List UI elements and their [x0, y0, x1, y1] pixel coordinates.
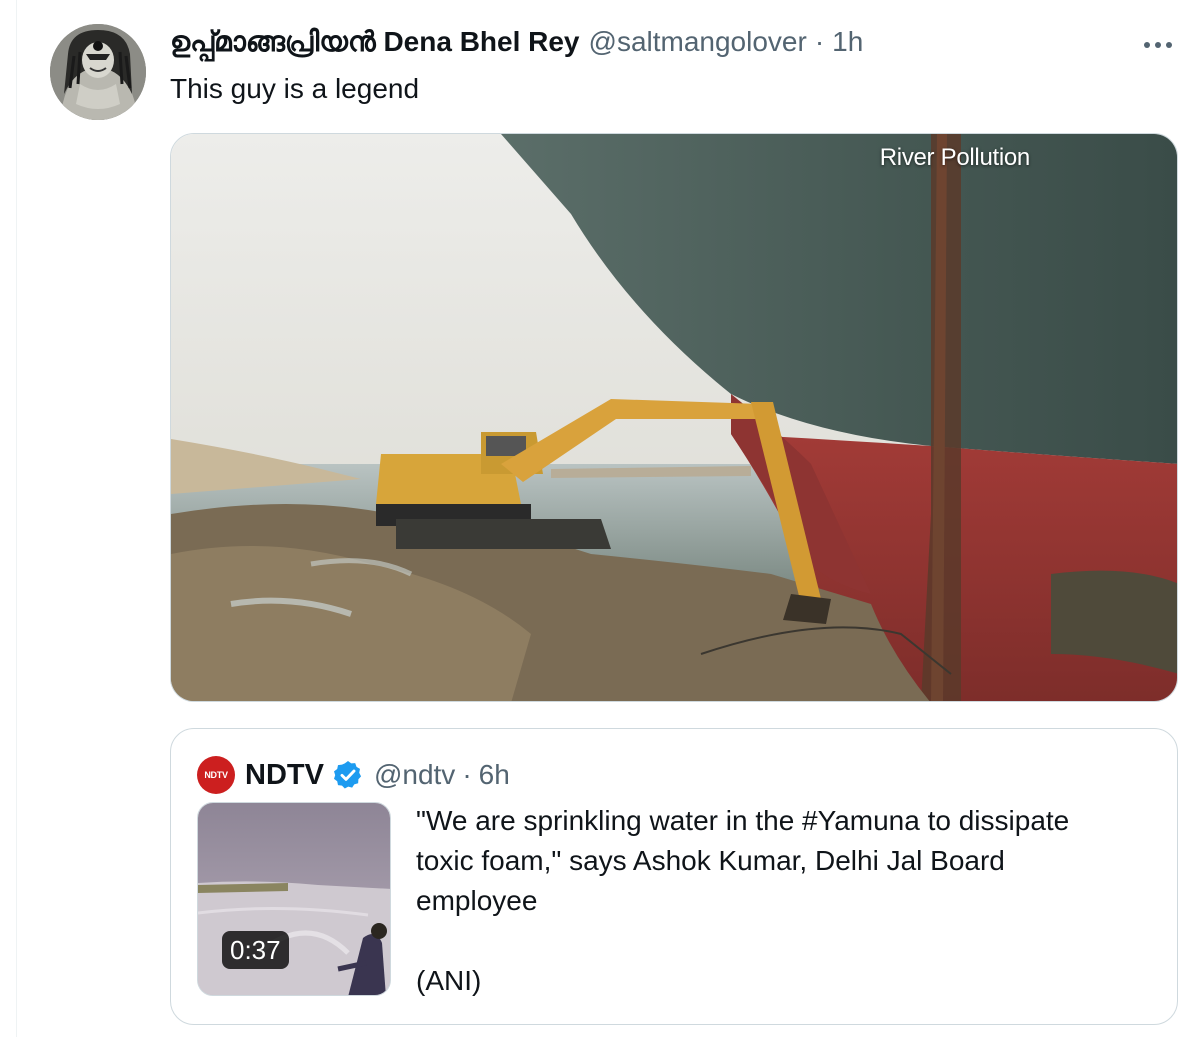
- quoted-display-name[interactable]: NDTV: [245, 759, 324, 792]
- quoted-tweet-header: NDTV NDTV @ndtv · 6h: [197, 755, 510, 795]
- quoted-text-line: "We are sprinkling water in the #Yamuna …: [416, 805, 1070, 836]
- ndtv-logo-avatar[interactable]: NDTV: [197, 756, 235, 794]
- quoted-text-line: toxic foam," says Ashok Kumar, Delhi Jal…: [416, 845, 1005, 876]
- display-name[interactable]: ഉപ്പ്മാങ്ങപ്രിയൻ Dena Bhel Rey: [170, 26, 580, 59]
- verified-badge-icon: [333, 761, 362, 789]
- quoted-text-attribution: (ANI): [416, 965, 482, 996]
- quoted-text-line: employee: [416, 885, 538, 916]
- tweet-header: ഉപ്പ്മാങ്ങപ്രിയൻ Dena Bhel Rey @saltmang…: [170, 26, 863, 66]
- more-dot: [1155, 42, 1161, 48]
- quoted-tweet-text: "We are sprinkling water in the #Yamuna …: [416, 801, 1156, 1001]
- quoted-timestamp[interactable]: 6h: [479, 759, 510, 791]
- more-dot: [1144, 42, 1150, 48]
- separator: ·: [814, 26, 825, 57]
- logo-text: NDTV: [204, 770, 228, 780]
- video-thumbnail[interactable]: 0:37: [197, 802, 391, 996]
- more-icon[interactable]: [1136, 30, 1180, 60]
- image-watermark: River Pollution: [879, 144, 1031, 171]
- video-duration: 0:37: [222, 931, 289, 969]
- tweet-image[interactable]: River Pollution: [170, 133, 1178, 702]
- quoted-tweet[interactable]: NDTV NDTV @ndtv · 6h 0:37 "We are sprink…: [170, 728, 1178, 1025]
- quoted-user-handle[interactable]: @ndtv: [374, 759, 455, 791]
- separator: ·: [462, 759, 472, 790]
- more-dot: [1166, 42, 1172, 48]
- tweet-text: This guy is a legend: [170, 73, 420, 104]
- user-handle[interactable]: @saltmangolover: [589, 26, 807, 58]
- timestamp[interactable]: 1h: [832, 26, 863, 58]
- tweet[interactable]: ഉപ്പ്മാങ്ങപ്രിയൻ Dena Bhel Rey @saltmang…: [0, 0, 1200, 1037]
- avatar[interactable]: [50, 24, 146, 120]
